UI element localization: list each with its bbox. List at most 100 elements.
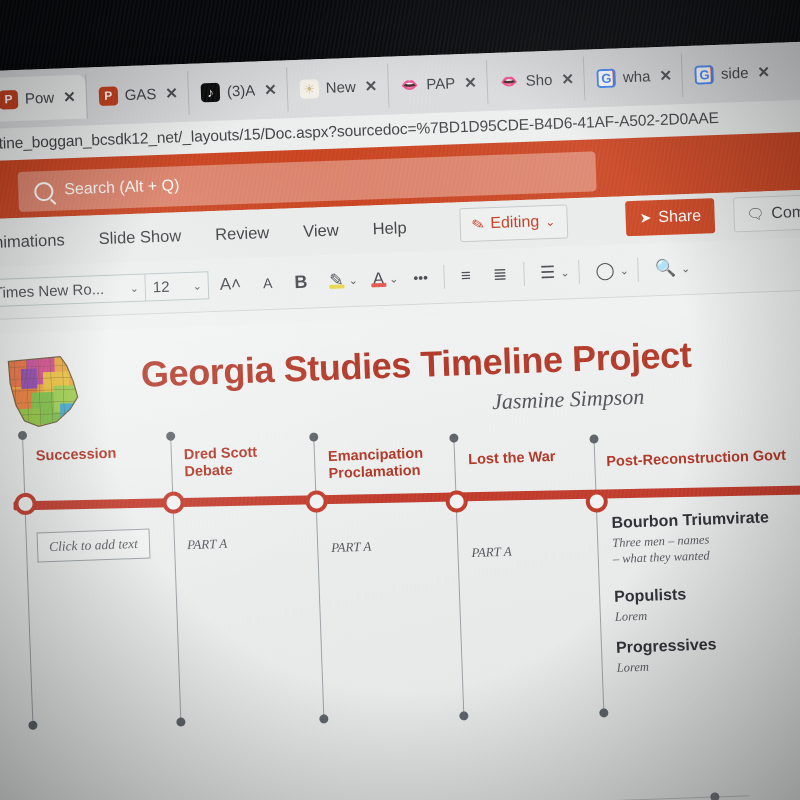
timeline-stem [593, 438, 605, 713]
tab-label: New [325, 78, 357, 97]
georgia-state-map-image[interactable] [2, 351, 85, 432]
comments-label: Comment [771, 202, 800, 222]
timeline-bottom-dot [599, 708, 609, 718]
timeline-event-label-emancipation[interactable]: Emancipation Proclamation [328, 446, 424, 484]
timeline-bottom-dot [28, 720, 38, 730]
close-icon[interactable]: ✕ [364, 77, 377, 95]
more-options-button[interactable]: ••• [402, 269, 439, 286]
tab-animations[interactable]: Animations [0, 230, 82, 253]
part-a-text[interactable]: PART A [331, 539, 372, 556]
close-icon[interactable]: ✕ [464, 74, 477, 92]
grow-font-button[interactable]: A˄ [208, 274, 252, 296]
browser-tab-sho[interactable]: Sho ✕ [485, 56, 585, 105]
timeline-node[interactable] [585, 490, 609, 513]
timeline-top-dot [449, 433, 459, 443]
right-column-sub-populists[interactable]: Lorem [615, 609, 648, 626]
close-icon[interactable]: ✕ [63, 88, 76, 106]
find-icon[interactable]: 🔍 [643, 258, 687, 280]
numbering-icon[interactable]: ≣ [482, 264, 519, 285]
georgia-map-svg [7, 355, 79, 428]
slide-canvas[interactable]: Georgia Studies Timeline Project Jasmine… [0, 288, 800, 800]
toolbar-divider [578, 259, 580, 284]
tab-label: GAS [124, 85, 157, 104]
browser-tab-pow[interactable]: Pow ✕ [0, 74, 87, 123]
timeline-node[interactable] [162, 491, 185, 515]
search-placeholder: Search (Alt + Q) [63, 177, 180, 199]
align-icon[interactable]: ☰ [529, 262, 567, 283]
font-color-button[interactable]: A [361, 269, 395, 290]
browser-window: Pow ✕ GAS ✕ (3)A ✕ New ✕ PAP ✕ [0, 39, 800, 800]
timeline-node[interactable] [14, 492, 37, 516]
comments-button[interactable]: 🗨 Comment [732, 193, 800, 233]
timeline-bottom-dot [176, 717, 186, 727]
browser-tab-wha[interactable]: wha ✕ [583, 53, 683, 101]
editing-label: Editing [490, 213, 540, 233]
tab-help[interactable]: Help [355, 218, 424, 239]
timeline-bottom-dot [459, 711, 469, 721]
slide-baseline-dot [710, 792, 720, 800]
tab-label: wha [622, 67, 651, 86]
tab-label: PAP [425, 74, 456, 93]
placeholder-label: Click to add text [48, 535, 139, 555]
browser-tab-side[interactable]: side ✕ [681, 49, 781, 98]
timeline-node[interactable] [445, 490, 469, 513]
close-icon[interactable]: ✕ [561, 70, 574, 88]
highlight-button[interactable]: ✎ [318, 270, 355, 291]
tab-slide-show[interactable]: Slide Show [81, 226, 198, 249]
generic-page-icon [299, 78, 320, 99]
highlight-color-swatch [329, 284, 345, 289]
font-name-select[interactable]: Times New Ro... ⌄ [0, 273, 147, 308]
laptop-screen-photo: Pow ✕ GAS ✕ (3)A ✕ New ✕ PAP ✕ [0, 0, 800, 800]
right-column-heading-populists[interactable]: Populists [614, 586, 687, 607]
part-a-text[interactable]: PART A [187, 536, 228, 553]
font-size-value: 12 [152, 278, 170, 296]
close-icon[interactable]: ✕ [659, 67, 672, 85]
timeline-event-label-lost-the-war[interactable]: Lost the War [468, 449, 556, 470]
timeline-event-label-post-reconstruction[interactable]: Post-Reconstruction Govt [606, 448, 786, 472]
part-a-text[interactable]: PART A [471, 544, 512, 561]
font-name-value: Times New Ro... [0, 280, 105, 302]
close-icon[interactable]: ✕ [757, 63, 770, 81]
lips-icon [499, 72, 519, 92]
click-to-add-text-placeholder[interactable]: Click to add text [36, 528, 151, 563]
shapes-icon[interactable]: ◯ [584, 260, 626, 281]
bullets-icon[interactable]: ≡ [450, 265, 483, 286]
editing-mode-button[interactable]: ✎ Editing ⌄ [459, 204, 568, 243]
browser-tab-gas[interactable]: GAS ✕ [84, 70, 189, 119]
font-size-select[interactable]: 12 ⌄ [145, 271, 210, 302]
right-column-heading-bourbon[interactable]: Bourbon Triumvirate [611, 509, 769, 533]
right-column-heading-progressives[interactable]: Progressives [616, 636, 717, 658]
close-icon[interactable]: ✕ [165, 84, 178, 102]
share-icon: ➤ [639, 209, 652, 226]
timeline-event-label-dred-scott[interactable]: Dred Scott Debate [184, 445, 259, 482]
timeline-bottom-dot [319, 714, 329, 724]
timeline-axis [13, 484, 800, 511]
bold-button[interactable]: B [283, 271, 319, 293]
browser-tab-pap[interactable]: PAP ✕ [386, 60, 488, 108]
share-label: Share [658, 207, 702, 226]
timeline-stem [313, 436, 325, 719]
timeline-node[interactable] [305, 490, 328, 513]
google-icon [694, 64, 715, 85]
timeline-top-dot [166, 431, 176, 441]
shrink-font-button[interactable]: A [252, 275, 284, 292]
comment-icon: 🗨 [746, 205, 765, 222]
browser-tab-new[interactable]: New ✕ [285, 63, 389, 112]
slide[interactable]: Georgia Studies Timeline Project Jasmine… [0, 302, 800, 800]
right-column-sub-bourbon[interactable]: Three men – names – what they wanted [612, 533, 710, 568]
powerpoint-icon [98, 85, 119, 106]
right-column-sub-progressives[interactable]: Lorem [616, 660, 649, 677]
toolbar-divider [637, 257, 640, 282]
timeline-event-label-succession[interactable]: Succession [36, 446, 117, 466]
tab-view[interactable]: View [286, 220, 356, 241]
tiktok-icon [200, 82, 221, 102]
browser-tab-tiktok[interactable]: (3)A ✕ [187, 67, 288, 115]
slide-subtitle[interactable]: Jasmine Simpson [492, 384, 645, 415]
chevron-down-icon: ⌄ [129, 282, 140, 295]
tab-label: Pow [24, 89, 55, 108]
lips-icon [400, 75, 420, 95]
tab-review[interactable]: Review [198, 223, 287, 245]
chevron-down-icon: ⌄ [192, 279, 203, 293]
close-icon[interactable]: ✕ [264, 81, 277, 99]
share-button[interactable]: ➤ Share [625, 198, 716, 237]
